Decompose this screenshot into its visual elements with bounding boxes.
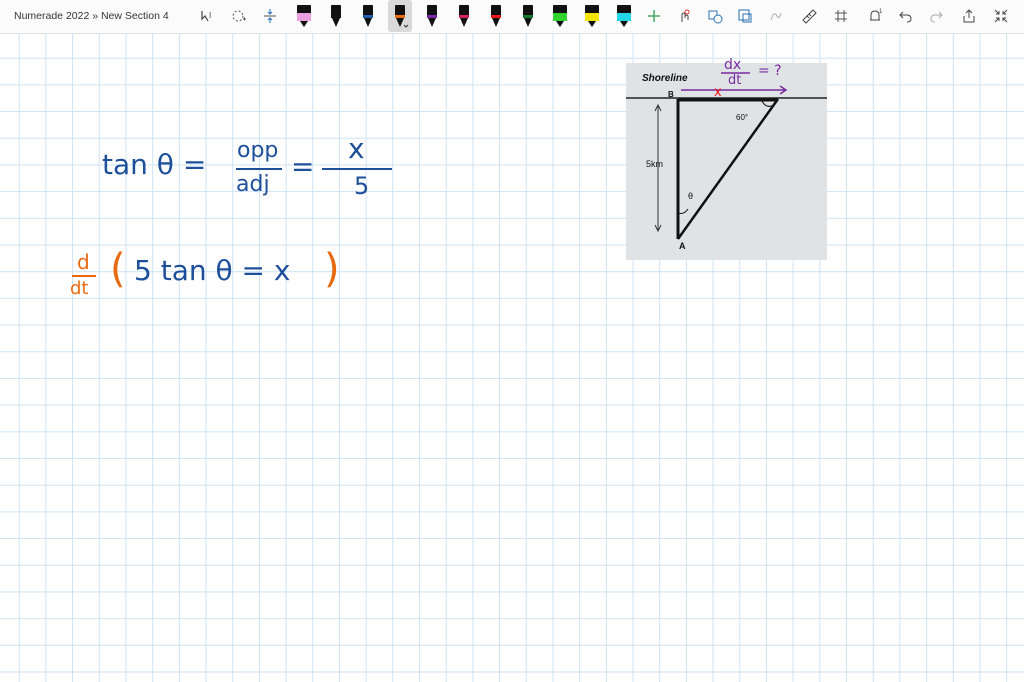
grid-lines-icon[interactable] bbox=[832, 4, 850, 28]
magenta-pen-icon[interactable] bbox=[452, 4, 476, 28]
open-paren: ( bbox=[110, 246, 126, 292]
cyan-highlighter-icon[interactable] bbox=[612, 4, 636, 28]
point-b-label: B bbox=[668, 90, 674, 99]
tan-theta-lhs: tan θ = bbox=[102, 148, 207, 181]
share-icon[interactable] bbox=[960, 4, 978, 28]
denominator-5: 5 bbox=[354, 172, 370, 200]
notebook-title: Numerade 2022 » New Section 4 bbox=[14, 10, 169, 22]
svg-text:1: 1 bbox=[879, 9, 883, 15]
ink-to-math-icon[interactable] bbox=[767, 4, 785, 28]
derivative-denominator-dt: dt bbox=[70, 278, 89, 299]
touch-draw-icon[interactable] bbox=[676, 4, 694, 28]
black-pen-icon[interactable] bbox=[324, 4, 348, 28]
collapse-fullscreen-icon[interactable] bbox=[992, 4, 1010, 28]
replay-ink-icon[interactable]: 1 bbox=[866, 4, 884, 28]
annot-dt: dt bbox=[728, 73, 742, 88]
ruler-icon[interactable] bbox=[800, 4, 818, 28]
derivative-numerator-d: d bbox=[77, 250, 90, 274]
ink-to-shape-icon[interactable] bbox=[736, 4, 754, 28]
numerator-x: x bbox=[348, 132, 365, 165]
pink-highlighter-icon[interactable] bbox=[292, 4, 316, 28]
lasso-select-icon[interactable] bbox=[229, 4, 249, 28]
equation-5tan-theta-x: 5 tan θ = x bbox=[134, 254, 291, 287]
blue-pen-icon[interactable] bbox=[356, 4, 380, 28]
add-pen-icon[interactable] bbox=[646, 4, 662, 28]
shoreline-label: Shoreline bbox=[642, 73, 688, 84]
annot-equals-question: = ? bbox=[758, 63, 782, 79]
annot-dx: dx bbox=[724, 57, 742, 73]
angle-60-label: 60° bbox=[736, 113, 749, 122]
lasso-select-text-icon[interactable]: I bbox=[198, 4, 218, 28]
theta-label: θ bbox=[688, 191, 694, 201]
point-a-label: A bbox=[679, 241, 686, 251]
hypotenuse bbox=[676, 98, 780, 240]
equals-sign: = bbox=[291, 150, 315, 183]
lime-highlighter-icon[interactable] bbox=[548, 4, 572, 28]
yellow-highlighter-icon[interactable] bbox=[580, 4, 604, 28]
svg-text:I: I bbox=[209, 11, 211, 20]
add-space-icon[interactable] bbox=[260, 4, 280, 28]
purple-pen-icon[interactable] bbox=[420, 4, 444, 28]
numerator-opp: opp bbox=[237, 138, 279, 163]
undo-icon[interactable] bbox=[896, 4, 914, 28]
close-paren: ) bbox=[324, 246, 340, 292]
shapes-icon[interactable] bbox=[706, 4, 724, 28]
redo-icon[interactable] bbox=[928, 4, 946, 28]
red-pen-icon[interactable] bbox=[484, 4, 508, 28]
toolbar: Numerade 2022 » New Section 4 I 1 bbox=[0, 0, 1024, 34]
pasted-figure[interactable]: Shoreline B 60° 5km θ A dx dt = ? x bbox=[626, 57, 827, 260]
annot-x: x bbox=[714, 85, 722, 100]
green-pen-icon[interactable] bbox=[516, 4, 540, 28]
notebook-canvas[interactable] bbox=[0, 34, 1024, 682]
orange-pen-icon[interactable] bbox=[388, 0, 412, 32]
distance-label: 5km bbox=[646, 159, 664, 169]
denominator-adj: adj bbox=[236, 172, 270, 197]
